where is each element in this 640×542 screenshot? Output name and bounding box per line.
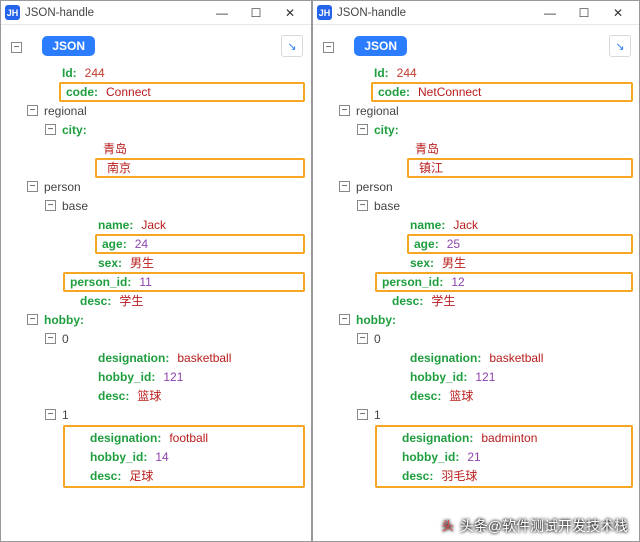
city-0: 青岛 (103, 140, 127, 157)
window-title: JSON-handle (337, 7, 533, 19)
desktop: JH JSON-handle — ☐ ✕ − JSON ↘ Id :244 co… (0, 0, 640, 542)
watermark-caption: 头 头条@软件测试开发技术栈 (440, 516, 628, 536)
minimize-button[interactable]: — (205, 2, 239, 24)
diff-hobby1: designation :football hobby_id :14 desc … (63, 425, 305, 488)
expand-arrow-button[interactable]: ↘ (609, 35, 631, 57)
json-root-badge[interactable]: JSON (42, 36, 95, 56)
id-value: 244 (85, 66, 105, 80)
diff-code: code :NetConnect (371, 82, 633, 102)
toggle-base[interactable]: − (357, 200, 368, 211)
app-icon: JH (5, 5, 20, 20)
close-button[interactable]: ✕ (601, 2, 635, 24)
toggle-regional[interactable]: − (27, 105, 38, 116)
toggle-city[interactable]: − (357, 124, 368, 135)
left-window: JH JSON-handle — ☐ ✕ − JSON ↘ Id :244 co… (0, 0, 312, 542)
titlebar[interactable]: JH JSON-handle — ☐ ✕ (1, 1, 311, 25)
toggle-person[interactable]: − (339, 181, 350, 192)
watermark-icon: 头 (440, 518, 456, 534)
toggle-regional[interactable]: − (339, 105, 350, 116)
diff-personid: person_id :12 (375, 272, 633, 292)
toggle-hobby[interactable]: − (339, 314, 350, 325)
tree-panel: − JSON ↘ Id :244 code :Connect −regional… (1, 25, 311, 541)
toggle-base[interactable]: − (45, 200, 56, 211)
diff-personid: person_id :11 (63, 272, 305, 292)
titlebar[interactable]: JH JSON-handle — ☐ ✕ (313, 1, 639, 25)
maximize-button[interactable]: ☐ (239, 2, 273, 24)
toggle-hobby-1[interactable]: − (357, 409, 368, 420)
toggle-person[interactable]: − (27, 181, 38, 192)
toggle-hobby-0[interactable]: − (357, 333, 368, 344)
close-button[interactable]: ✕ (273, 2, 307, 24)
diff-city1: 南京 (95, 158, 305, 178)
window-title: JSON-handle (25, 7, 205, 19)
diff-city1: 镇江 (407, 158, 633, 178)
tree-panel: − JSON ↘ Id :244 code :NetConnect −regio… (313, 25, 639, 541)
toggle-root[interactable]: − (11, 42, 22, 53)
app-icon: JH (317, 5, 332, 20)
city-0: 青岛 (415, 140, 439, 157)
toggle-hobby[interactable]: − (27, 314, 38, 325)
minimize-button[interactable]: — (533, 2, 567, 24)
toggle-hobby-0[interactable]: − (45, 333, 56, 344)
id-value: 244 (397, 66, 417, 80)
diff-code: code :Connect (59, 82, 305, 102)
toggle-city[interactable]: − (45, 124, 56, 135)
right-window: JH JSON-handle — ☐ ✕ − JSON ↘ Id :244 co… (312, 0, 640, 542)
diff-age: age :24 (95, 234, 305, 254)
toggle-root[interactable]: − (323, 42, 334, 53)
maximize-button[interactable]: ☐ (567, 2, 601, 24)
expand-arrow-button[interactable]: ↘ (281, 35, 303, 57)
toggle-hobby-1[interactable]: − (45, 409, 56, 420)
diff-age: age :25 (407, 234, 633, 254)
json-root-badge[interactable]: JSON (354, 36, 407, 56)
diff-hobby1: designation :badminton hobby_id :21 desc… (375, 425, 633, 488)
